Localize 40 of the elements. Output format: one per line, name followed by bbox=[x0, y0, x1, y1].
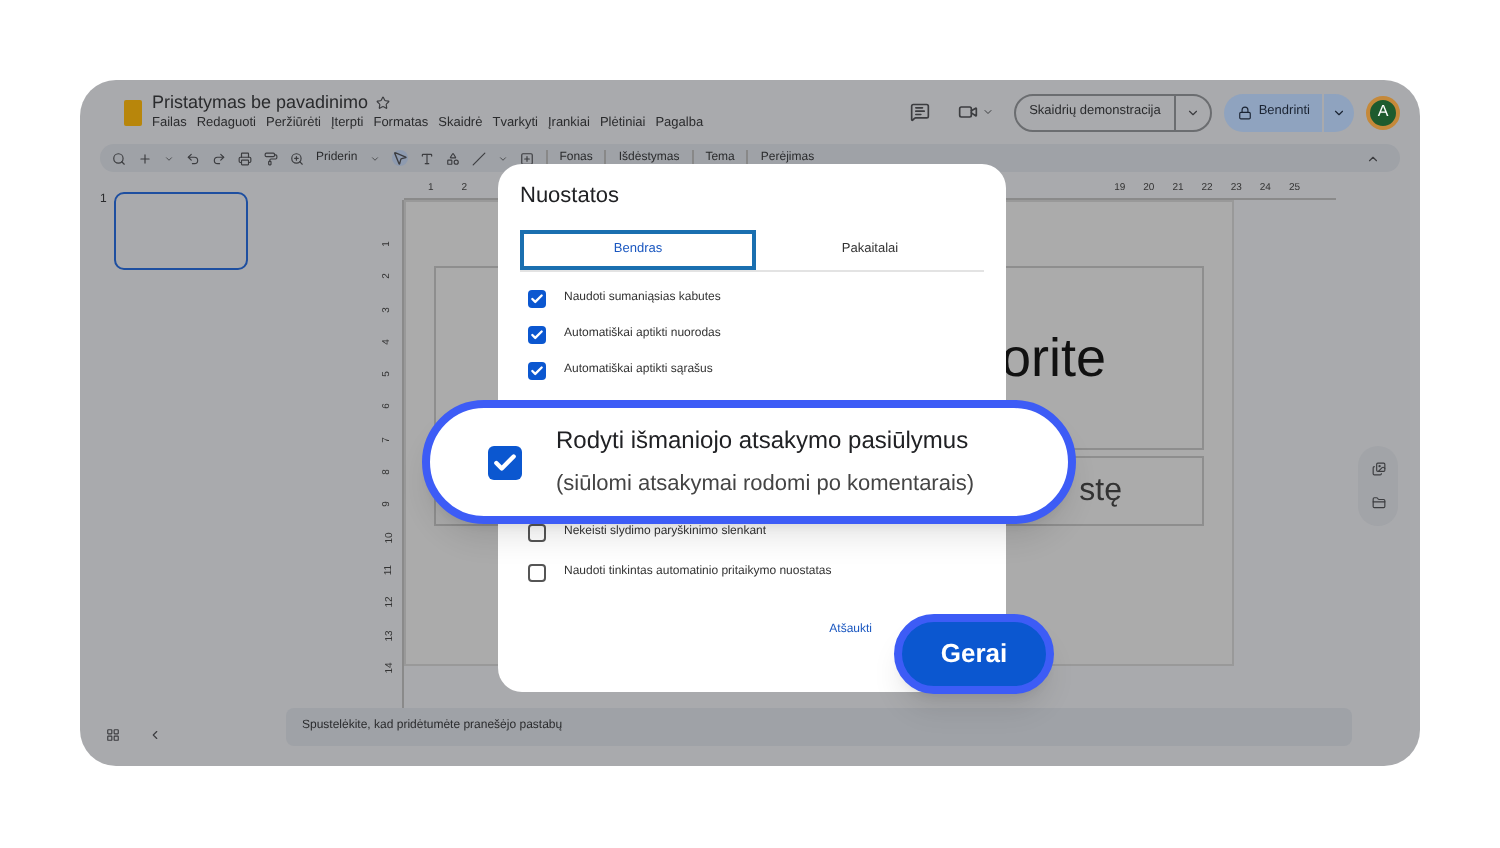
caret-icon[interactable] bbox=[1332, 105, 1346, 119]
insert-icon[interactable] bbox=[519, 151, 534, 165]
search-icon[interactable] bbox=[112, 151, 126, 165]
slide-title: orite bbox=[1000, 325, 1106, 392]
check-icon bbox=[492, 449, 518, 475]
star-icon[interactable] bbox=[376, 96, 391, 110]
printer-icon[interactable] bbox=[238, 151, 252, 165]
ok-button[interactable]: Gerai bbox=[894, 614, 1054, 694]
avatar[interactable]: A bbox=[1366, 95, 1400, 129]
zoom-icon[interactable] bbox=[290, 151, 304, 165]
pointer-icon[interactable] bbox=[391, 150, 408, 166]
dialog-title: Nuostatos bbox=[520, 182, 622, 212]
checkbox[interactable] bbox=[488, 445, 522, 479]
redo-icon[interactable] bbox=[212, 151, 226, 165]
video-call-icon[interactable] bbox=[957, 102, 978, 122]
line-icon[interactable] bbox=[471, 151, 486, 165]
collapse-icon[interactable] bbox=[1366, 151, 1380, 165]
checkbox[interactable] bbox=[528, 289, 546, 307]
option-label: Rodyti išmaniojo atsakymo pasiūlymus bbox=[556, 424, 971, 459]
lock-icon bbox=[1238, 105, 1253, 119]
comments-icon[interactable] bbox=[909, 102, 930, 122]
paint-format-icon[interactable] bbox=[264, 151, 278, 165]
check-icon bbox=[530, 363, 544, 377]
plus-icon[interactable] bbox=[138, 151, 152, 165]
document-title[interactable]: Pristatymas be pavadinimo bbox=[152, 92, 369, 114]
text-icon[interactable] bbox=[419, 151, 434, 165]
option-description: (siūlomi atsakymai rodomi po komentarais) bbox=[556, 470, 975, 501]
slide-thumbnail[interactable] bbox=[114, 192, 249, 270]
shapes-icon[interactable] bbox=[445, 151, 460, 165]
chevron-left-icon[interactable] bbox=[148, 728, 162, 742]
undo-icon[interactable] bbox=[186, 151, 200, 165]
checkbox[interactable] bbox=[528, 361, 546, 379]
folder-icon[interactable] bbox=[1371, 496, 1385, 510]
check-icon bbox=[530, 291, 544, 305]
checkbox[interactable] bbox=[528, 563, 546, 581]
caret-icon[interactable] bbox=[1186, 105, 1201, 119]
checkbox[interactable] bbox=[528, 325, 546, 343]
grid-view-icon[interactable] bbox=[106, 728, 120, 742]
slide-subtitle: stę bbox=[1079, 471, 1122, 511]
check-icon bbox=[530, 327, 544, 341]
